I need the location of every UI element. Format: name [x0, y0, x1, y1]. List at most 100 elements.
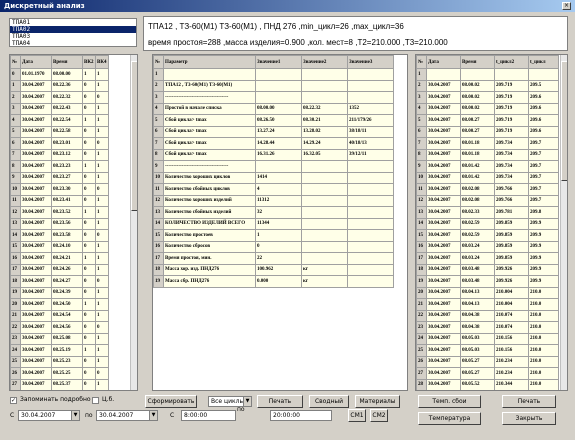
temperature-button[interactable]: Температура	[418, 412, 481, 425]
press-list-item[interactable]: ТПА02	[10, 26, 136, 33]
table-row[interactable]: 7 30.04.2007 08.23.12 0 1	[10, 148, 109, 161]
right-scrollbar[interactable]	[560, 55, 567, 390]
column-header[interactable]: t_цикл	[528, 55, 559, 69]
table-row[interactable]: 3 --------------------------------------	[153, 91, 394, 104]
table-row[interactable]: 5 Сбой цикла> tmax 08.26.50 08.30.21 211/179…	[153, 114, 394, 127]
cycles-select[interactable]: Все циклы ▼	[208, 396, 252, 407]
table-row[interactable]: 6 30.04.2007 08.00.27 209.719 209.6	[416, 125, 559, 138]
print-button[interactable]: Печать	[257, 395, 303, 408]
left-scroll-thumb[interactable]	[131, 61, 137, 211]
table-row[interactable]: 16 30.04.2007 08.03.24 209.859 209.9	[416, 240, 559, 253]
table-row[interactable]: 26 30.04.2007 08.05.27 210.234 210.0	[416, 355, 559, 368]
column-header[interactable]: ВК2	[82, 55, 96, 69]
time-from-field[interactable]: 8:00:00	[181, 410, 236, 421]
table-row[interactable]: 2 30.04.2007 08.22.32 0 0	[10, 91, 109, 104]
column-header[interactable]: №	[153, 55, 164, 69]
table-row[interactable]: 8 30.04.2007 08.23.23 1 1	[10, 160, 109, 173]
press-list-item[interactable]: ТПА03	[10, 33, 136, 40]
table-row[interactable]: 2 ТПА12 , ТЗ-60(М1) ТЗ-60(М1)	[153, 79, 394, 92]
table-row[interactable]: 20 30.04.2007 08.04.13 210.004 210.0	[416, 286, 559, 299]
table-row[interactable]: 27 30.04.2007 08.25.37 0 1	[10, 378, 109, 390]
print-right-button[interactable]: Печать	[502, 395, 556, 408]
summary-button[interactable]: Сводный	[309, 395, 349, 408]
table-row[interactable]: 6 30.04.2007 08.23.01 0 0	[10, 137, 109, 150]
table-row[interactable]: 9 30.04.2007 08.23.27 0 1	[10, 171, 109, 184]
cm1-button[interactable]: СМ1	[348, 409, 366, 422]
column-header[interactable]: №	[416, 55, 427, 69]
table-row[interactable]: 11 30.04.2007 08.23.41 0 1	[10, 194, 109, 207]
column-header[interactable]: t_цикл2	[494, 55, 529, 69]
table-row[interactable]: 15 30.04.2007 08.24.10 0 1	[10, 240, 109, 253]
table-row[interactable]: 23 30.04.2007 08.04.38 210.074 210.0	[416, 321, 559, 334]
table-row[interactable]: 5 30.04.2007 08.00.27 209.719 209.6	[416, 114, 559, 127]
table-row[interactable]: 5 30.04.2007 08.22.58 0 1	[10, 125, 109, 138]
table-row[interactable]: 12 30.04.2007 08.02.08 209.766 209.7	[416, 194, 559, 207]
table-row[interactable]: 1	[153, 68, 394, 81]
table-row[interactable]: 15 30.04.2007 08.02.59 209.859 209.9	[416, 229, 559, 242]
table-row[interactable]: 15 Количество простоев 1	[153, 229, 394, 242]
table-row[interactable]: 1	[416, 68, 559, 81]
table-row[interactable]: 28 30.04.2007 08.05.52 210.344 210.0	[416, 378, 559, 390]
table-row[interactable]: 18 Масса хор. изд. ПНД276 100.962 кг	[153, 263, 394, 276]
table-row[interactable]: 3 30.04.2007 08.22.43 0 1	[10, 102, 109, 115]
table-row[interactable]: 18 30.04.2007 08.03.48 209.926 209.9	[416, 263, 559, 276]
table-row[interactable]: 21 30.04.2007 08.24.54 0 1	[10, 309, 109, 322]
table-row[interactable]: 13 Количество сбойных изделий 32	[153, 206, 394, 219]
table-row[interactable]: 13 30.04.2007 08.23.56 0 1	[10, 217, 109, 230]
right-scroll-thumb[interactable]	[561, 61, 567, 181]
chevron-down-icon[interactable]: ▼	[71, 411, 79, 420]
form-button[interactable]: Сформировать	[145, 395, 197, 408]
column-header[interactable]: Параметр	[163, 55, 256, 69]
table-row[interactable]: 26 30.04.2007 08.25.25 0 0	[10, 367, 109, 380]
table-row[interactable]: 8 30.04.2007 08.01.18 209.734 209.7	[416, 148, 559, 161]
right-table[interactable]: № Дата Время t_цикл2 t_цикл 1 2 30.04.2007 08.00…	[415, 54, 568, 391]
cm2-button[interactable]: СМ2	[370, 409, 388, 422]
table-row[interactable]: 27 30.04.2007 08.05.27 210.234 210.0	[416, 367, 559, 380]
temp-fail-button[interactable]: Темп. сбои	[418, 395, 481, 408]
table-row[interactable]: 6 Сбой цикла> tmax 13.27.24 13.28.02 38/18/1…	[153, 125, 394, 138]
close-button[interactable]: Закрыть	[502, 412, 556, 425]
table-row[interactable]: 11 30.04.2007 08.02.08 209.766 209.7	[416, 183, 559, 196]
column-header[interactable]: Значение1	[255, 55, 302, 69]
column-header[interactable]: ВК4	[95, 55, 109, 69]
table-row[interactable]: 23 30.04.2007 08.25.08 0 1	[10, 332, 109, 345]
table-row[interactable]: 8 Сбой цикла> tmax 16.31.26 16.32.05 39/12/1…	[153, 148, 394, 161]
table-row[interactable]: 12 30.04.2007 08.23.52 1 1	[10, 206, 109, 219]
column-header[interactable]: №	[10, 55, 21, 69]
column-header[interactable]: Значение3	[347, 55, 394, 69]
table-row[interactable]: 4 30.04.2007 08.22.54 1 1	[10, 114, 109, 127]
table-row[interactable]: 14 30.04.2007 08.02.59 209.859 209.9	[416, 217, 559, 230]
materials-button[interactable]: Материалы	[355, 395, 400, 408]
chevron-down-icon[interactable]: ▼	[243, 397, 251, 406]
table-row[interactable]: 2 30.04.2007 08.00.02 209.719 209.5	[416, 79, 559, 92]
close-window-icon[interactable]: ×	[562, 2, 571, 10]
press-list[interactable]: ТПА01 ТПА02 ТПА03 ТПА04	[9, 18, 137, 47]
table-row[interactable]: 4 30.04.2007 08.00.02 209.719 209.6	[416, 102, 559, 115]
table-row[interactable]: 20 30.04.2007 08.24.50 1 1	[10, 298, 109, 311]
table-row[interactable]: 22 30.04.2007 08.04.38 210.074 210.0	[416, 309, 559, 322]
column-header[interactable]: Дата	[426, 55, 461, 69]
table-row[interactable]: 10 30.04.2007 08.23.30 0 0	[10, 183, 109, 196]
table-row[interactable]: 18 30.04.2007 08.24.27 0 0	[10, 275, 109, 288]
table-row[interactable]: 25 30.04.2007 08.25.23 0 1	[10, 355, 109, 368]
table-row[interactable]: 16 30.04.2007 08.24.21 1 1	[10, 252, 109, 265]
time-to-field[interactable]: 20:00:00	[270, 410, 332, 421]
column-header[interactable]: Время	[51, 55, 83, 69]
table-row[interactable]: 24 30.04.2007 08.25.19 1 1	[10, 344, 109, 357]
table-row[interactable]: 11 Количество сбойных циклов 4	[153, 183, 394, 196]
date-from-field[interactable]: 30.04.2007 ▼	[18, 410, 80, 421]
middle-table[interactable]: № Параметр Значение1 Значение2 Значение3 1 2 ТП…	[152, 54, 408, 391]
table-row[interactable]: 13 30.04.2007 08.02.33 209.781 209.8	[416, 206, 559, 219]
table-row[interactable]: 12 Количество хороших изделий 11312	[153, 194, 394, 207]
table-row[interactable]: 17 30.04.2007 08.24.26 0 1	[10, 263, 109, 276]
table-row[interactable]: 24 30.04.2007 08.05.03 210.156 210.0	[416, 332, 559, 345]
remember-detail-checkbox[interactable]: ✓	[10, 397, 17, 404]
table-row[interactable]: 4 Простой в начале списка 08.00.00 08.22.32…	[153, 102, 394, 115]
table-row[interactable]: 2930.04.200708.05.52210.344210.0	[417, 391, 559, 392]
table-row[interactable]: 19 30.04.2007 08.24.39 0 1	[10, 286, 109, 299]
left-table[interactable]: № Дата Время ВК2 ВК4 0 01.01.1970 08.00.00 1 1 1 30…	[9, 54, 138, 391]
date-to-field[interactable]: 30.04.2007 ▼	[96, 410, 158, 421]
table-row[interactable]: 3 30.04.2007 08.00.02 209.719 209.6	[416, 91, 559, 104]
table-row[interactable]: 10 Количество хороших циклов 1414	[153, 171, 394, 184]
table-row[interactable]: 21 30.04.2007 08.04.13 210.004 210.0	[416, 298, 559, 311]
